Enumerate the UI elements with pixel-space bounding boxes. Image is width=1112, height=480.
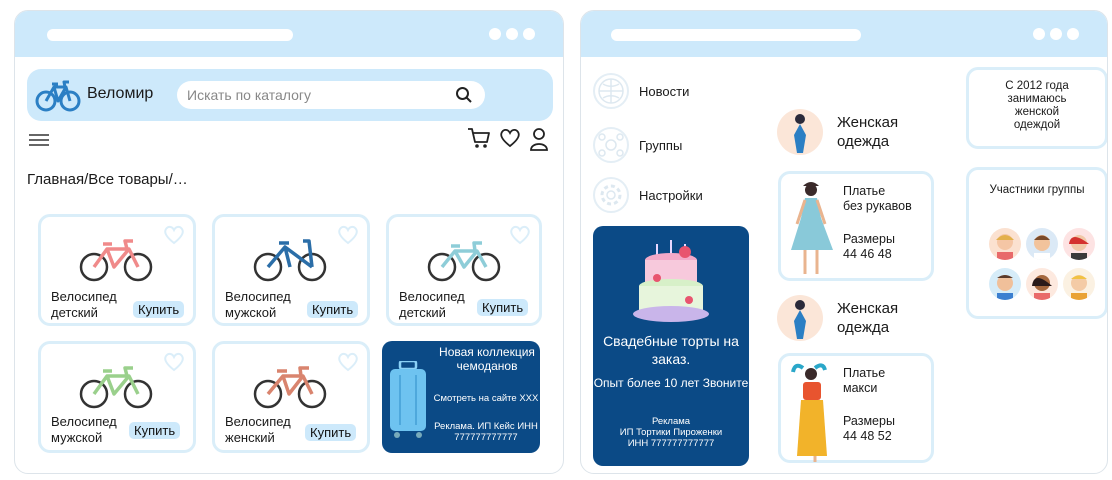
group-header[interactable]: Женская одежда [777, 109, 898, 155]
buy-button[interactable]: Купить [129, 422, 181, 439]
cart-icon[interactable] [467, 127, 491, 149]
bicycle-image [427, 241, 501, 282]
ad-legal: Реклама ИП Тортики Пироженки ИНН 7777777… [619, 416, 723, 449]
product-name[interactable]: Велосипед детский [51, 289, 117, 321]
ad-title: Новая коллекция чемоданов [439, 345, 535, 373]
brand-name[interactable]: Веломир [87, 85, 153, 103]
shop-window: Веломир Главная/Все товары/… Велосипед д… [14, 10, 564, 474]
groups-icon [593, 127, 629, 163]
buy-button[interactable]: Купить [305, 424, 357, 441]
bicycle-image [253, 239, 327, 282]
window-controls[interactable] [1033, 28, 1079, 40]
members-grid [989, 228, 1095, 300]
member-avatar[interactable] [1063, 228, 1095, 260]
group-avatar[interactable] [777, 295, 823, 341]
address-bar[interactable] [47, 29, 293, 41]
group-name[interactable]: Женская одежда [837, 113, 898, 151]
gear-icon [593, 177, 629, 213]
product-card[interactable]: Велосипед детский Купить [38, 214, 196, 326]
hamburger-menu-icon[interactable] [29, 133, 49, 147]
ad-subtitle[interactable]: Смотреть на сайте XXX [432, 393, 540, 404]
bicycle-image [79, 239, 153, 282]
ad-legal: Реклама. ИП Кейс ИНН 777777777777 [434, 421, 538, 443]
dress-model-image [791, 182, 833, 274]
ad-banner-suitcases[interactable]: Новая коллекция чемоданов Смотреть на са… [382, 341, 540, 453]
search-box[interactable] [177, 81, 485, 109]
buy-button[interactable]: Купить [133, 301, 185, 318]
cake-image [633, 240, 709, 322]
social-window: Новости Группы Настройки Свадебные торты… [580, 10, 1108, 474]
browser-titlebar [15, 11, 563, 57]
shop-header: Веломир [27, 69, 553, 121]
product-card[interactable]: Велосипед женский Купить [212, 341, 370, 453]
member-avatar[interactable] [1026, 228, 1058, 260]
post-sizes: Размеры 44 46 48 [843, 232, 895, 261]
search-icon[interactable] [455, 86, 473, 104]
about-card: С 2012 года занимаюсь женской одеждой [966, 67, 1107, 149]
nav-label[interactable]: Новости [639, 84, 689, 99]
bicycle-logo-icon[interactable] [35, 75, 81, 115]
member-avatar[interactable] [989, 228, 1021, 260]
post-card[interactable]: Платье без рукавов Размеры 44 46 48 [778, 171, 934, 281]
nav-label[interactable]: Группы [639, 138, 682, 153]
product-name[interactable]: Велосипед детский [399, 289, 465, 321]
post-sizes: Размеры 44 48 52 [843, 414, 895, 443]
ad-banner-cakes[interactable]: Свадебные торты на заказ. Опыт более 10 … [593, 226, 749, 466]
product-name[interactable]: Велосипед мужской [225, 289, 291, 321]
member-avatar[interactable] [1063, 268, 1095, 300]
post-card[interactable]: Платье макси Размеры 44 48 52 [778, 353, 934, 463]
bicycle-image [253, 366, 327, 409]
suitcase-icon [390, 361, 426, 438]
breadcrumb[interactable]: Главная/Все товары/… [27, 171, 188, 188]
post-title[interactable]: Платье без рукавов [843, 184, 912, 214]
user-profile-icon[interactable] [529, 127, 549, 151]
members-title[interactable]: Участники группы [969, 184, 1105, 197]
favorite-heart-icon[interactable] [509, 225, 531, 245]
address-bar[interactable] [611, 29, 861, 41]
browser-titlebar [581, 11, 1107, 57]
product-card[interactable]: Велосипед мужской Купить [38, 341, 196, 453]
favorite-heart-icon[interactable] [337, 352, 359, 372]
window-controls[interactable] [489, 28, 535, 40]
group-header[interactable]: Женская одежда [777, 295, 898, 341]
product-name[interactable]: Велосипед мужской [51, 414, 117, 446]
nav-label[interactable]: Настройки [639, 188, 703, 203]
group-avatar[interactable] [777, 109, 823, 155]
about-text: С 2012 года занимаюсь женской одеждой [1005, 80, 1069, 131]
nav-item-groups[interactable]: Группы [593, 127, 682, 163]
post-title[interactable]: Платье макси [843, 366, 885, 396]
product-name[interactable]: Велосипед женский [225, 414, 291, 446]
buy-button[interactable]: Купить [307, 301, 359, 318]
favorites-icon[interactable] [499, 128, 521, 148]
member-avatar[interactable] [989, 268, 1021, 300]
buy-button[interactable]: Купить [477, 299, 529, 316]
member-avatar[interactable] [1026, 268, 1058, 300]
favorite-heart-icon[interactable] [337, 225, 359, 245]
search-input[interactable] [187, 85, 447, 105]
product-card[interactable]: Велосипед детский Купить [386, 214, 542, 326]
product-card[interactable]: Велосипед мужской Купить [212, 214, 370, 326]
dress-model-image [791, 363, 827, 462]
nav-item-settings[interactable]: Настройки [593, 177, 703, 213]
nav-item-news[interactable]: Новости [593, 73, 689, 109]
ad-subtitle[interactable]: Опыт более 10 лет Звоните [593, 376, 749, 391]
favorite-heart-icon[interactable] [163, 352, 185, 372]
favorite-heart-icon[interactable] [163, 225, 185, 245]
bicycle-image [79, 366, 153, 409]
members-card[interactable]: Участники группы [966, 167, 1107, 319]
ad-title: Свадебные торты на заказ. [603, 333, 739, 367]
group-name[interactable]: Женская одежда [837, 299, 898, 337]
globe-icon [593, 73, 629, 109]
